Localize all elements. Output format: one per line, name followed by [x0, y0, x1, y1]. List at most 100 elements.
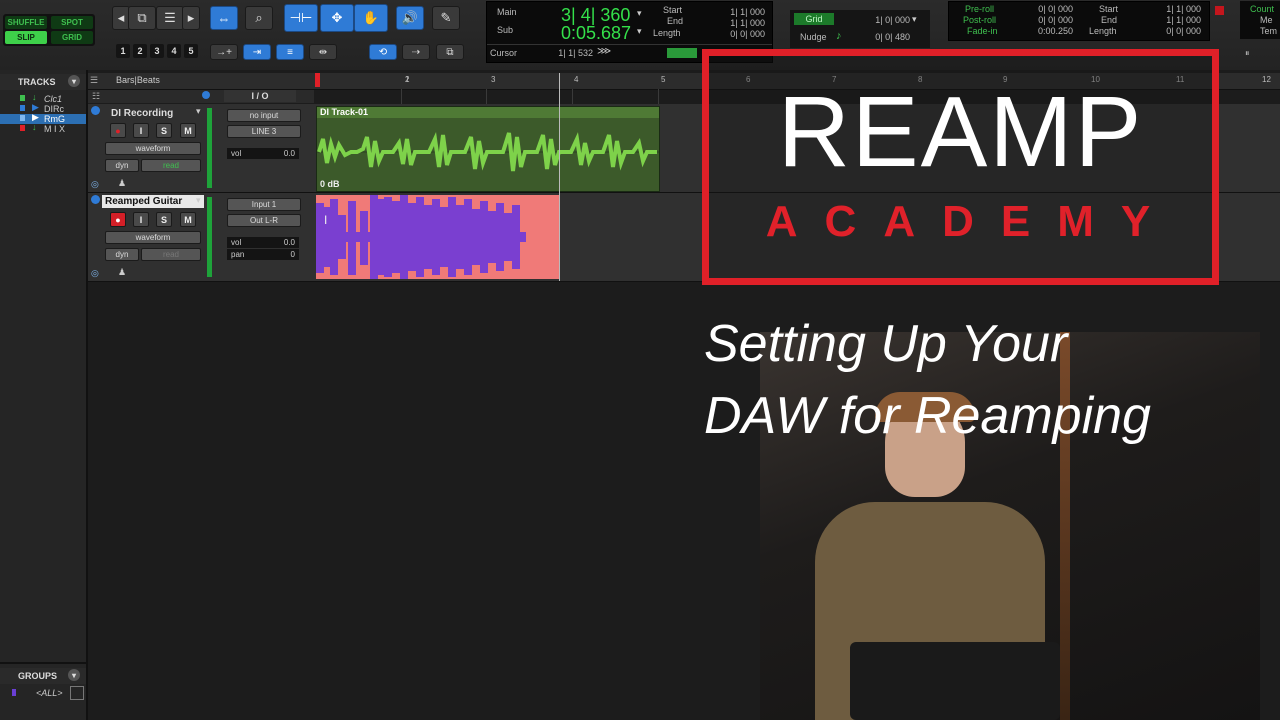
track-list-item[interactable]: ↓ M I X [0, 122, 86, 134]
volume-field[interactable]: vol 0.0 [227, 148, 299, 159]
track-name-dropdown-icon[interactable]: ▾ [196, 106, 201, 117]
transport-length-value[interactable]: 0| 0| 000 [1141, 26, 1201, 36]
show-tracks-icon[interactable] [202, 91, 210, 99]
track-zoom-icon[interactable]: ◎ [91, 268, 99, 279]
zoomer-tool-icon[interactable]: ⇔ [210, 6, 238, 30]
keyboard-focus-icon[interactable]: ⇢ [402, 44, 430, 60]
track-name-label[interactable]: DI Recording [108, 107, 210, 120]
spot-mode-button[interactable]: SPOT [51, 16, 93, 29]
track-collapse-icon[interactable] [91, 195, 100, 204]
record-enable-button-armed[interactable]: ● [110, 212, 126, 227]
input-monitor-button[interactable]: I [133, 123, 149, 138]
grid-toggle-button[interactable]: Grid [794, 13, 834, 25]
pencil-tool-icon[interactable]: ✎ [432, 6, 460, 30]
automation-mode-selector[interactable]: read [141, 248, 201, 261]
clip-gain-label[interactable]: 0 dB [320, 179, 340, 189]
grid-mode-button[interactable]: GRID [51, 31, 93, 44]
output-selector[interactable]: LINE 3 [227, 125, 301, 138]
output-selector[interactable]: Out L-R [227, 214, 301, 227]
track-list-item[interactable]: ▶ DIRc [0, 102, 86, 114]
solo-button[interactable]: S [156, 123, 172, 138]
volume-value[interactable]: 0.0 [284, 149, 295, 158]
insertion-follows-icon[interactable]: →+ [210, 44, 238, 60]
playhead-marker-icon[interactable] [315, 73, 320, 87]
selection-end-value[interactable]: 1| 1| 000 [709, 18, 765, 28]
volume-value[interactable]: 0.0 [284, 238, 295, 247]
zoom-preset-2[interactable]: 2 [133, 44, 147, 58]
grid-value[interactable]: 1| 0| 000 [850, 15, 910, 25]
window-config-icon[interactable]: ⧉ [436, 44, 464, 60]
slip-mode-button[interactable]: SLIP [5, 31, 47, 44]
mute-button[interactable]: M [180, 212, 196, 227]
track-name-dropdown-icon[interactable]: ▾ [196, 195, 201, 206]
ruler-menu-icon[interactable]: ☰ [90, 75, 98, 86]
dynamics-button[interactable]: dyn [105, 248, 139, 261]
record-indicator-icon[interactable] [1215, 6, 1224, 15]
pan-field[interactable]: pan 0 [227, 249, 299, 260]
fadein-label[interactable]: Fade-in [967, 26, 998, 36]
zoom-preset-5[interactable]: 5 [184, 44, 198, 58]
tab-to-transients-icon[interactable]: ⇥ [243, 44, 271, 60]
mute-button[interactable]: M [180, 123, 196, 138]
pan-value[interactable]: 0 [291, 250, 295, 259]
sub-counter-dropdown-icon[interactable]: ▾ [637, 26, 642, 37]
track-list-item-selected[interactable]: ▶ RmG [0, 112, 86, 124]
selection-start-label: Start [663, 5, 683, 15]
zoom-preset-4[interactable]: 4 [167, 44, 181, 58]
preroll-value[interactable]: 0| 0| 000 [1015, 4, 1073, 14]
selection-start-value[interactable]: 1| 1| 000 [709, 7, 765, 17]
preroll-label[interactable]: Pre-roll [965, 4, 994, 14]
count-label[interactable]: Count [1250, 4, 1274, 14]
input-selector[interactable]: no input [227, 109, 301, 122]
link-timeline-icon[interactable]: ≡ [276, 44, 304, 60]
smart-tool-icon[interactable]: ✥ [320, 4, 354, 32]
video-title-line2: DAW for Reamping [704, 387, 1151, 445]
group-all-item[interactable]: <ALL> [0, 686, 86, 700]
audio-clip-di-track-01[interactable]: DI Track-01 0 dB [316, 106, 660, 192]
nudge-label[interactable]: Nudge [800, 32, 827, 42]
link-track-icon[interactable]: ⇹ [309, 44, 337, 60]
mirror-midi-icon[interactable]: ⟲ [369, 44, 397, 60]
main-counter-dropdown-icon[interactable]: ▾ [637, 8, 642, 19]
grid-dropdown-icon[interactable]: ▾ [912, 14, 917, 25]
trim-tool-icon[interactable]: ⊣⊢ [284, 4, 318, 32]
fadein-value[interactable]: 0:00.250 [1015, 26, 1073, 36]
bar-number: 4 [574, 75, 579, 84]
input-selector[interactable]: Input 1 [227, 198, 301, 211]
magnifier-icon[interactable]: ⌕ [245, 6, 273, 30]
shuffle-mode-button[interactable]: SHUFFLE [5, 16, 47, 29]
groups-menu-icon[interactable]: ▾ [68, 669, 80, 681]
solo-button[interactable]: S [156, 212, 172, 227]
track-collapse-icon[interactable] [91, 106, 100, 115]
scrubber-speaker-icon[interactable]: 🔊 [396, 6, 424, 30]
sub-counter-value[interactable]: 0:05.687 [561, 23, 631, 44]
postroll-label[interactable]: Post-roll [963, 15, 996, 25]
track-list-item[interactable]: ↓ Clc1 [0, 92, 86, 104]
midi-zoom-icon[interactable]: ☰ [156, 6, 184, 30]
record-enable-button[interactable]: ● [110, 123, 126, 138]
video-title-line1: Setting Up Your [704, 315, 1068, 373]
zoom-preset-1[interactable]: 1 [116, 44, 130, 58]
group-options-icon[interactable] [70, 686, 84, 700]
track-name-label-editing[interactable]: Reamped Guitar [102, 195, 204, 208]
pause-icon[interactable]: ⏸ [1245, 48, 1250, 59]
transport-start-value[interactable]: 1| 1| 000 [1141, 4, 1201, 14]
selection-length-value[interactable]: 0| 0| 000 [709, 29, 765, 39]
track-zoom-icon[interactable]: ◎ [91, 179, 99, 190]
selected-region-reamped[interactable]: I [316, 195, 560, 279]
dynamics-button[interactable]: dyn [105, 159, 139, 172]
zoom-in-horizontal-icon[interactable]: ▸ [182, 6, 200, 30]
track-options-icon[interactable]: ☷ [92, 91, 100, 102]
audio-zoom-icon[interactable]: ⧉ [128, 6, 156, 30]
grabber-hand-icon[interactable]: ✋ [354, 4, 388, 32]
tracks-menu-icon[interactable]: ▾ [68, 75, 80, 87]
postroll-value[interactable]: 0| 0| 000 [1015, 15, 1073, 25]
input-monitor-button[interactable]: I [133, 212, 149, 227]
track-view-selector[interactable]: waveform [105, 142, 201, 155]
transport-end-value[interactable]: 1| 1| 000 [1141, 15, 1201, 25]
track-view-selector[interactable]: waveform [105, 231, 201, 244]
zoom-preset-3[interactable]: 3 [150, 44, 164, 58]
volume-field[interactable]: vol 0.0 [227, 237, 299, 248]
nudge-value[interactable]: 0| 0| 480 [850, 32, 910, 42]
automation-mode-selector[interactable]: read [141, 159, 201, 172]
